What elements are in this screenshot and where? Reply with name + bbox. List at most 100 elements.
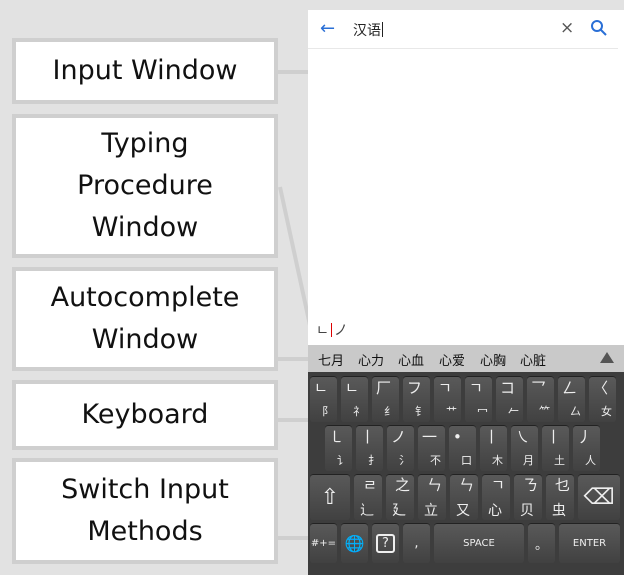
enter-key[interactable]: ENTER — [559, 523, 620, 563]
clear-icon[interactable]: × — [560, 18, 574, 38]
symbols-label: #+= — [310, 537, 337, 549]
key-stroke[interactable]: ㇄讠 — [325, 425, 352, 471]
key-stroke[interactable]: 乛⺮ — [527, 376, 554, 422]
key-primary: ㇄ — [329, 428, 345, 446]
key-secondary: 纟 — [384, 405, 395, 418]
key-secondary: 土 — [554, 454, 565, 467]
key-stroke[interactable]: ノ氵 — [387, 425, 414, 471]
key-primary: フ — [407, 379, 423, 397]
back-arrow-icon[interactable]: ← — [320, 18, 335, 39]
key-primary: ㄣ — [427, 476, 443, 494]
label-switch-line-1: Switch Input — [61, 474, 229, 505]
autocomplete-item[interactable]: 七月 — [318, 350, 344, 369]
key-primary: ㄋ — [523, 476, 539, 494]
keyboard: 七月 心力 心血 心爱 心胸 心脏 ㄴ阝 ㄴ礻 厂纟 フ钅 ㄱ艹 ㄱ冖 コ𠂉 乛… — [308, 345, 624, 575]
key-secondary: 口 — [461, 454, 472, 467]
autocomplete-item[interactable]: 心血 — [398, 350, 424, 369]
key-secondary: 氵 — [399, 454, 410, 467]
key-primary: コ — [500, 379, 516, 397]
key-stroke[interactable]: 丨扌 — [356, 425, 383, 471]
key-primary: 之 — [395, 476, 411, 494]
key-primary: 厂 — [376, 379, 392, 397]
key-stroke[interactable]: コ𠂉 — [496, 376, 523, 422]
key-primary: ㄹ — [363, 476, 377, 494]
space-label: SPACE — [463, 537, 495, 549]
search-query-text: 汉语 — [353, 23, 381, 39]
key-stroke[interactable]: ㄥ厶 — [558, 376, 585, 422]
typing-procedure-window: ㄴノ — [308, 319, 348, 343]
key-primary: 丨 — [484, 428, 500, 446]
label-autocomplete-line-2: Window — [91, 324, 199, 355]
key-stroke[interactable]: 丨木 — [480, 425, 507, 471]
leader-input-window — [278, 70, 308, 74]
shift-icon: ⇧ — [320, 484, 340, 510]
key-secondary: 贝 — [520, 503, 534, 519]
key-stroke[interactable]: 丨土 — [542, 425, 569, 471]
key-secondary: 木 — [492, 454, 503, 467]
label-input-window-text: Input Window — [52, 55, 238, 86]
autocomplete-item[interactable]: 心脏 — [520, 350, 546, 369]
key-primary: ㄴ — [345, 379, 359, 397]
procedure-stroke-1: ㄴ — [316, 323, 329, 339]
label-typing-line-2: Procedure — [77, 170, 213, 201]
label-autocomplete-line-1: Autocomplete — [50, 282, 240, 313]
key-primary: ㄱ — [491, 476, 505, 494]
key-stroke[interactable]: ㄱ艹 — [434, 376, 461, 422]
label-keyboard-text: Keyboard — [81, 399, 209, 430]
key-secondary: 钅 — [415, 405, 426, 418]
key-stroke[interactable]: ㄴ阝 — [310, 376, 337, 422]
label-switch-input-methods: Switch Input Methods — [12, 458, 278, 564]
autocomplete-item[interactable]: 心力 — [358, 350, 384, 369]
key-stroke[interactable]: 丿人 — [573, 425, 600, 471]
key-stroke[interactable]: ㄣ立 — [418, 474, 446, 520]
key-primary: 乜 — [555, 476, 571, 494]
key-stroke[interactable]: • 口 — [449, 425, 476, 471]
comma-key[interactable]: , — [403, 523, 430, 563]
label-typing-procedure-window: Typing Procedure Window — [12, 114, 278, 258]
key-stroke[interactable]: ㄹ辶 — [354, 474, 382, 520]
autocomplete-item[interactable]: 心胸 — [480, 350, 506, 369]
period-key[interactable]: 。 — [528, 523, 555, 563]
key-secondary: 又 — [456, 503, 470, 519]
key-stroke[interactable]: 乜虫 — [546, 474, 574, 520]
shift-key[interactable]: ⇧ — [310, 474, 350, 520]
search-input[interactable]: 汉语 — [353, 20, 383, 40]
procedure-cursor — [330, 323, 332, 337]
label-keyboard: Keyboard — [12, 380, 278, 450]
enter-label: ENTER — [572, 537, 607, 549]
key-stroke[interactable]: ㄱ冖 — [465, 376, 492, 422]
search-icon[interactable] — [590, 19, 608, 37]
comma-label: , — [414, 535, 419, 551]
key-stroke[interactable]: ㄋ贝 — [514, 474, 542, 520]
key-secondary: 讠 — [337, 454, 348, 467]
key-secondary: 人 — [585, 454, 596, 467]
key-secondary: 𠂉 — [508, 405, 519, 418]
key-stroke[interactable]: ㄴ礻 — [341, 376, 368, 422]
expand-candidates-icon[interactable] — [600, 352, 614, 363]
key-stroke[interactable]: ㇏月 — [511, 425, 538, 471]
key-stroke[interactable]: フ钅 — [403, 376, 430, 422]
key-stroke[interactable]: 厂纟 — [372, 376, 399, 422]
autocomplete-item[interactable]: 心爱 — [439, 350, 465, 369]
symbols-key[interactable]: #+= — [310, 523, 337, 563]
period-label: 。 — [534, 537, 548, 553]
key-stroke[interactable]: ㄱ心 — [482, 474, 510, 520]
help-key[interactable]: ? — [372, 523, 399, 563]
key-primary: ㄱ — [438, 379, 452, 397]
key-stroke[interactable]: 〈女 — [589, 376, 616, 422]
backspace-key[interactable]: ⌫ — [578, 474, 620, 520]
key-stroke[interactable]: ㄣ又 — [450, 474, 478, 520]
key-secondary: 礻 — [353, 405, 364, 418]
key-stroke[interactable]: 之廴 — [386, 474, 414, 520]
help-icon-glyph: ? — [376, 533, 395, 553]
space-key[interactable]: SPACE — [434, 523, 524, 563]
key-secondary: 月 — [523, 454, 534, 467]
leader-keyboard — [278, 418, 308, 422]
key-primary: 乛 — [531, 379, 547, 397]
switch-input-method-key[interactable]: 🌐 — [341, 523, 368, 563]
key-secondary: 厶 — [570, 405, 581, 418]
key-secondary: 冖 — [477, 405, 488, 418]
key-stroke[interactable]: 一不 — [418, 425, 445, 471]
key-secondary: 心 — [488, 503, 502, 519]
procedure-stroke-2: ノ — [333, 323, 348, 339]
